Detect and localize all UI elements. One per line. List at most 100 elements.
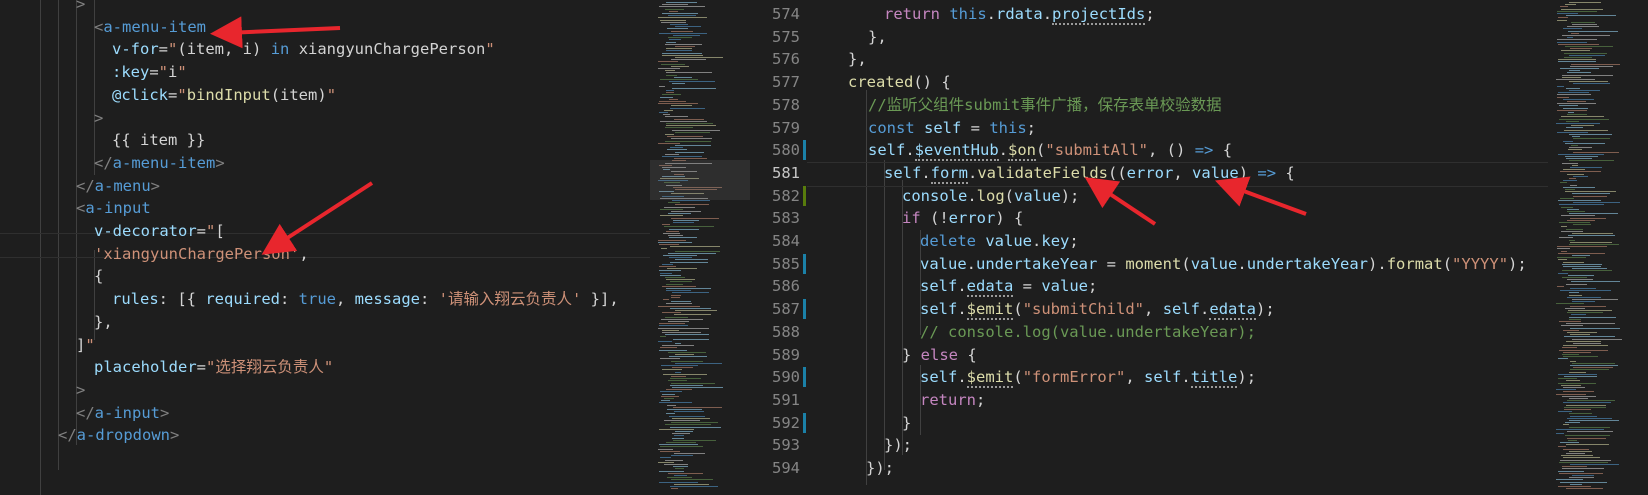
minimap-line [1564,57,1592,58]
minimap-line [1571,125,1594,127]
code-line[interactable]: </a-menu-item> [0,152,650,175]
code-line[interactable]: ]" [0,334,650,357]
minimap-line [1562,76,1581,78]
code-line[interactable]: :key="i" [0,61,650,84]
minimap-line [1564,376,1597,377]
code-line[interactable]: @click="bindInput(item)" [0,84,650,107]
left-editor-pane[interactable]: > <a-menu-item v-for="(item, i) in xiangyu… [0,0,650,495]
code-line[interactable]: 584 delete value.key; [752,230,1648,253]
minimap-line [666,288,711,289]
code-line[interactable]: 593}); [752,434,1648,457]
minimap-line [675,145,711,146]
code-line[interactable]: 583 if (!error) { [752,207,1648,230]
minimap-line [660,208,683,210]
right-editor-pane[interactable]: 574 return this.rdata.projectIds; 575}, 576… [752,0,1648,495]
code-line[interactable]: {{ item }} [0,129,650,152]
code-line[interactable]: 588 // console.log(value.undertakeYear); [752,321,1648,344]
line-number: 586 [772,277,800,296]
code-line[interactable]: > [0,379,650,402]
minimap-line [668,15,696,17]
code-line[interactable]: 591 return; [752,389,1648,412]
minimap-viewport[interactable] [650,160,750,200]
minimap-line [670,281,692,283]
minimap-line [1557,85,1564,87]
code-line[interactable]: </a-menu> [0,175,650,198]
minimap-line [668,202,680,204]
line-number: 588 [772,322,800,341]
minimap-line [660,450,680,452]
code-line[interactable]: 582 console.log(value); [752,185,1648,208]
minimap-line [660,79,698,80]
code-line[interactable]: { [0,265,650,288]
code-line[interactable]: <a-menu-item [0,16,650,39]
minimap-line [674,314,711,316]
minimap-line [1569,426,1610,428]
code-line[interactable]: 576}, [752,48,1648,71]
code-line[interactable]: 589} else { [752,344,1648,367]
code-line[interactable]: <a-input [0,197,650,220]
minimap-line [675,468,684,470]
code-line[interactable]: > [0,0,650,16]
code-token: => [1257,163,1277,182]
code-line[interactable]: 577 created() { [752,71,1648,94]
code-line[interactable]: </a-dropdown> [0,424,650,447]
minimap-line [1572,338,1622,340]
code-line[interactable]: }, [0,311,650,334]
code-token: v-for [112,40,159,59]
minimap-line [1562,162,1578,164]
minimap-line [662,332,701,333]
code-token: . [968,163,978,182]
code-token: . [905,141,915,160]
code-line[interactable]: </a-input> [0,402,650,425]
code-token: a-menu-item [112,153,216,172]
code-line[interactable]: 'xiangyunChargePerson', [0,243,650,266]
code-token: . [957,300,967,319]
code-line[interactable]: 594}); [752,457,1648,480]
minimap-line [1566,87,1580,89]
code-token: value [985,232,1033,250]
minimap-line [674,76,692,78]
code-line[interactable]: 585 value.undertakeYear = moment(value.un… [752,253,1648,276]
code-token: $eventHub [914,141,999,162]
minimap-line [660,347,677,349]
minimap-line [668,37,692,39]
code-line[interactable]: 578 //监听父组件submit事件广播，保存表单校验数据 [752,94,1648,117]
minimap-line [675,204,709,206]
code-line[interactable]: 580 self.$eventHub.$on("submitAll", () =>… [752,139,1648,162]
minimap-line [1558,59,1596,61]
minimap-line [659,402,692,404]
minimap-line [1559,461,1608,463]
minimap-line [665,127,693,129]
code-line[interactable]: 581 self.form.validateFields((error, valu… [752,162,1648,185]
code-line[interactable]: 575}, [752,26,1648,49]
code-token: key [1041,232,1070,250]
minimap-line [675,259,708,261]
code-token: //监听父组件submit事件广播，保存表单校验数据 [868,95,1222,114]
code-line[interactable]: 590 self.$emit("formError", self.title); [752,366,1648,389]
code-line[interactable]: v-decorator="[ [0,220,650,243]
code-text: const self = this; [868,117,1036,140]
code-line[interactable]: 579 const self = this; [752,117,1648,140]
minimap-line [1570,464,1619,465]
code-line[interactable]: rules: [{ required: true, message: '请输入翔… [0,288,650,311]
code-token: } [902,413,912,432]
minimap-line [671,360,703,362]
minimap-line [1568,235,1615,237]
right-minimap[interactable] [1548,0,1648,495]
code-text: return; [920,389,985,412]
code-line[interactable]: 586 self.edata = value; [752,275,1648,298]
code-line[interactable]: 587 self.$emit("submitChild", self.edata)… [752,298,1648,321]
code-token: a-menu [94,176,151,195]
code-line[interactable]: 574 return this.rdata.projectIds; [752,3,1648,26]
code-line[interactable]: v-for="(item, i) in xiangyunChargePerson… [0,38,650,61]
minimap-line [1570,483,1582,485]
code-line[interactable]: > [0,107,650,130]
code-line[interactable]: placeholder="选择翔云负责人" [0,356,650,379]
minimap-line [675,343,681,344]
code-token: . [1181,368,1191,387]
minimap-line [671,301,691,303]
code-line[interactable]: 592} [752,412,1648,435]
code-token: rules [112,290,159,309]
left-minimap[interactable] [650,0,750,495]
minimap-line [675,371,681,373]
